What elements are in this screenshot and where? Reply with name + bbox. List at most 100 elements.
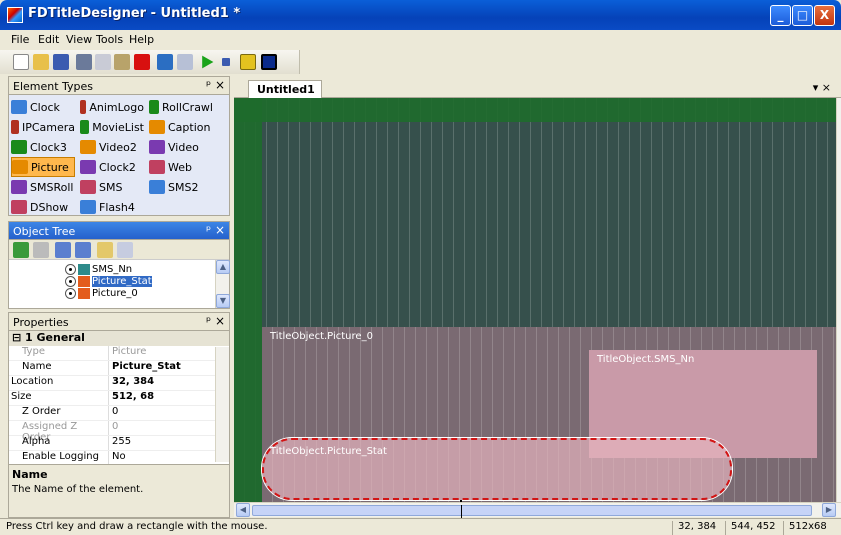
- minimize-button[interactable]: _: [770, 5, 791, 26]
- element-type-label: Clock: [30, 100, 60, 114]
- element-type-label: AnimLogo: [89, 100, 144, 114]
- element-type-label: SMS: [99, 180, 123, 194]
- open-icon[interactable]: [33, 54, 49, 70]
- property-value[interactable]: 32, 384: [109, 376, 217, 390]
- element-type-caption[interactable]: Caption: [149, 117, 213, 137]
- caption-icon: [149, 120, 165, 134]
- element-type-label: MovieList: [92, 120, 144, 134]
- redo-icon[interactable]: [177, 54, 193, 70]
- frame-icon[interactable]: [261, 54, 277, 70]
- properties-icon[interactable]: [117, 242, 133, 258]
- delete-icon[interactable]: [134, 54, 150, 70]
- design-canvas[interactable]: TitleObject.Picture_0 TitleObject.SMS_Nn…: [234, 98, 836, 502]
- properties-scrollbar[interactable]: [215, 347, 229, 462]
- app-icon: [7, 7, 23, 23]
- folder-icon[interactable]: [97, 242, 113, 258]
- property-row[interactable]: Assigned Z Order 0: [9, 421, 217, 443]
- element-type-video2[interactable]: Video2: [80, 137, 144, 157]
- hscroll-thumb[interactable]: [252, 505, 812, 516]
- property-row[interactable]: Name Picture_Stat: [9, 361, 217, 376]
- element-type-movielist[interactable]: MovieList: [80, 117, 144, 137]
- save-icon[interactable]: [53, 54, 69, 70]
- menu-tools[interactable]: Tools: [96, 33, 123, 46]
- cut-icon[interactable]: [76, 54, 92, 70]
- property-section-header[interactable]: ⊟ 1 General: [9, 331, 229, 346]
- object-tree-panel: Object Tree ᵖ × SMS_Nn Picture_Stat Pictur…: [8, 221, 230, 309]
- property-row[interactable]: Type Picture: [9, 346, 217, 361]
- panel-pin-close[interactable]: ᵖ ×: [206, 314, 225, 328]
- element-type-ipcamera[interactable]: IPCamera: [11, 117, 75, 137]
- property-value[interactable]: 255: [109, 436, 217, 450]
- properties-panel: Properties ᵖ × ⊟ 1 General Type Picture Na…: [8, 312, 230, 518]
- tree-item[interactable]: SMS_Nn: [65, 263, 229, 275]
- property-value[interactable]: No: [109, 451, 217, 465]
- visibility-icon[interactable]: [65, 263, 76, 275]
- element-type-animlogo[interactable]: AnimLogo: [80, 97, 144, 117]
- visibility-icon[interactable]: [65, 275, 76, 287]
- property-key: Name: [9, 361, 109, 375]
- sms-icon: [78, 263, 90, 275]
- property-value[interactable]: 0: [109, 421, 217, 435]
- property-value[interactable]: Picture: [109, 346, 217, 360]
- visibility-icon[interactable]: [65, 287, 76, 299]
- scroll-left-button[interactable]: ◀: [236, 503, 250, 517]
- tree-scrollbar[interactable]: ▲ ▼: [215, 260, 230, 308]
- picture-stat-element[interactable]: TitleObject.Picture_Stat: [262, 438, 732, 500]
- menu-bar: File Edit View Tools Help: [0, 30, 841, 50]
- animlogo-icon: [80, 100, 87, 114]
- element-type-sms2[interactable]: SMS2: [149, 177, 213, 197]
- element-type-clock2[interactable]: Clock2: [80, 157, 144, 177]
- element-type-label: RollCrawl: [162, 100, 213, 114]
- canvas-hscroll[interactable]: ◀ ▶: [234, 502, 841, 517]
- element-type-video[interactable]: Video: [149, 137, 213, 157]
- tab-untitled1[interactable]: Untitled1 *: [248, 80, 322, 109]
- sms-label: TitleObject.SMS_Nn: [597, 354, 695, 365]
- move-down-icon[interactable]: [75, 242, 91, 258]
- add-object-icon[interactable]: [13, 242, 29, 258]
- element-type-smsroll[interactable]: SMSRoll: [11, 177, 75, 197]
- property-row[interactable]: Size 512, 68: [9, 391, 217, 406]
- close-button[interactable]: X: [814, 5, 835, 26]
- menu-file[interactable]: File: [11, 33, 29, 46]
- property-row[interactable]: Alpha 255: [9, 436, 217, 451]
- play-icon[interactable]: [202, 55, 214, 69]
- panel-pin-close[interactable]: ᵖ ×: [206, 223, 225, 237]
- paste-icon[interactable]: [114, 54, 130, 70]
- element-type-label: Video: [168, 140, 199, 154]
- element-type-web[interactable]: Web: [149, 157, 213, 177]
- property-row[interactable]: Z Order 0: [9, 406, 217, 421]
- menu-edit[interactable]: Edit: [38, 33, 59, 46]
- maximize-button[interactable]: □: [792, 5, 813, 26]
- menu-view[interactable]: View: [66, 33, 92, 46]
- new-icon[interactable]: [13, 54, 29, 70]
- element-type-rollcrawl[interactable]: RollCrawl: [149, 97, 213, 117]
- property-value[interactable]: Picture_Stat: [109, 361, 217, 375]
- object-tree-toolbar: [9, 240, 229, 260]
- element-type-dshow[interactable]: DShow: [11, 197, 75, 217]
- video2-icon: [80, 140, 96, 154]
- status-bar: Press Ctrl key and draw a rectangle with…: [0, 518, 841, 535]
- property-row[interactable]: Location 32, 384: [9, 376, 217, 391]
- element-type-picture[interactable]: Picture: [11, 157, 75, 177]
- property-value[interactable]: 512, 68: [109, 391, 217, 405]
- remove-object-icon[interactable]: [33, 242, 49, 258]
- scroll-up-button[interactable]: ▲: [216, 260, 230, 274]
- canvas-vscroll[interactable]: [836, 98, 841, 502]
- copy-icon[interactable]: [95, 54, 111, 70]
- property-value[interactable]: 0: [109, 406, 217, 420]
- scroll-right-button[interactable]: ▶: [822, 503, 836, 517]
- menu-help[interactable]: Help: [129, 33, 154, 46]
- undo-icon[interactable]: [157, 54, 173, 70]
- element-type-sms[interactable]: SMS: [80, 177, 144, 197]
- grid-icon[interactable]: [240, 54, 256, 70]
- element-type-clock[interactable]: Clock: [11, 97, 75, 117]
- move-up-icon[interactable]: [55, 242, 71, 258]
- tab-close-icon[interactable]: ▾ ×: [813, 81, 831, 94]
- tree-item[interactable]: Picture_Stat: [65, 275, 229, 287]
- element-type-clock3[interactable]: Clock3: [11, 137, 75, 157]
- tree-item[interactable]: Picture_0: [65, 287, 229, 299]
- stop-icon[interactable]: [222, 58, 230, 66]
- element-type-flash4[interactable]: Flash4: [80, 197, 144, 217]
- panel-pin-close[interactable]: ᵖ ×: [206, 78, 225, 92]
- scroll-down-button[interactable]: ▼: [216, 294, 230, 308]
